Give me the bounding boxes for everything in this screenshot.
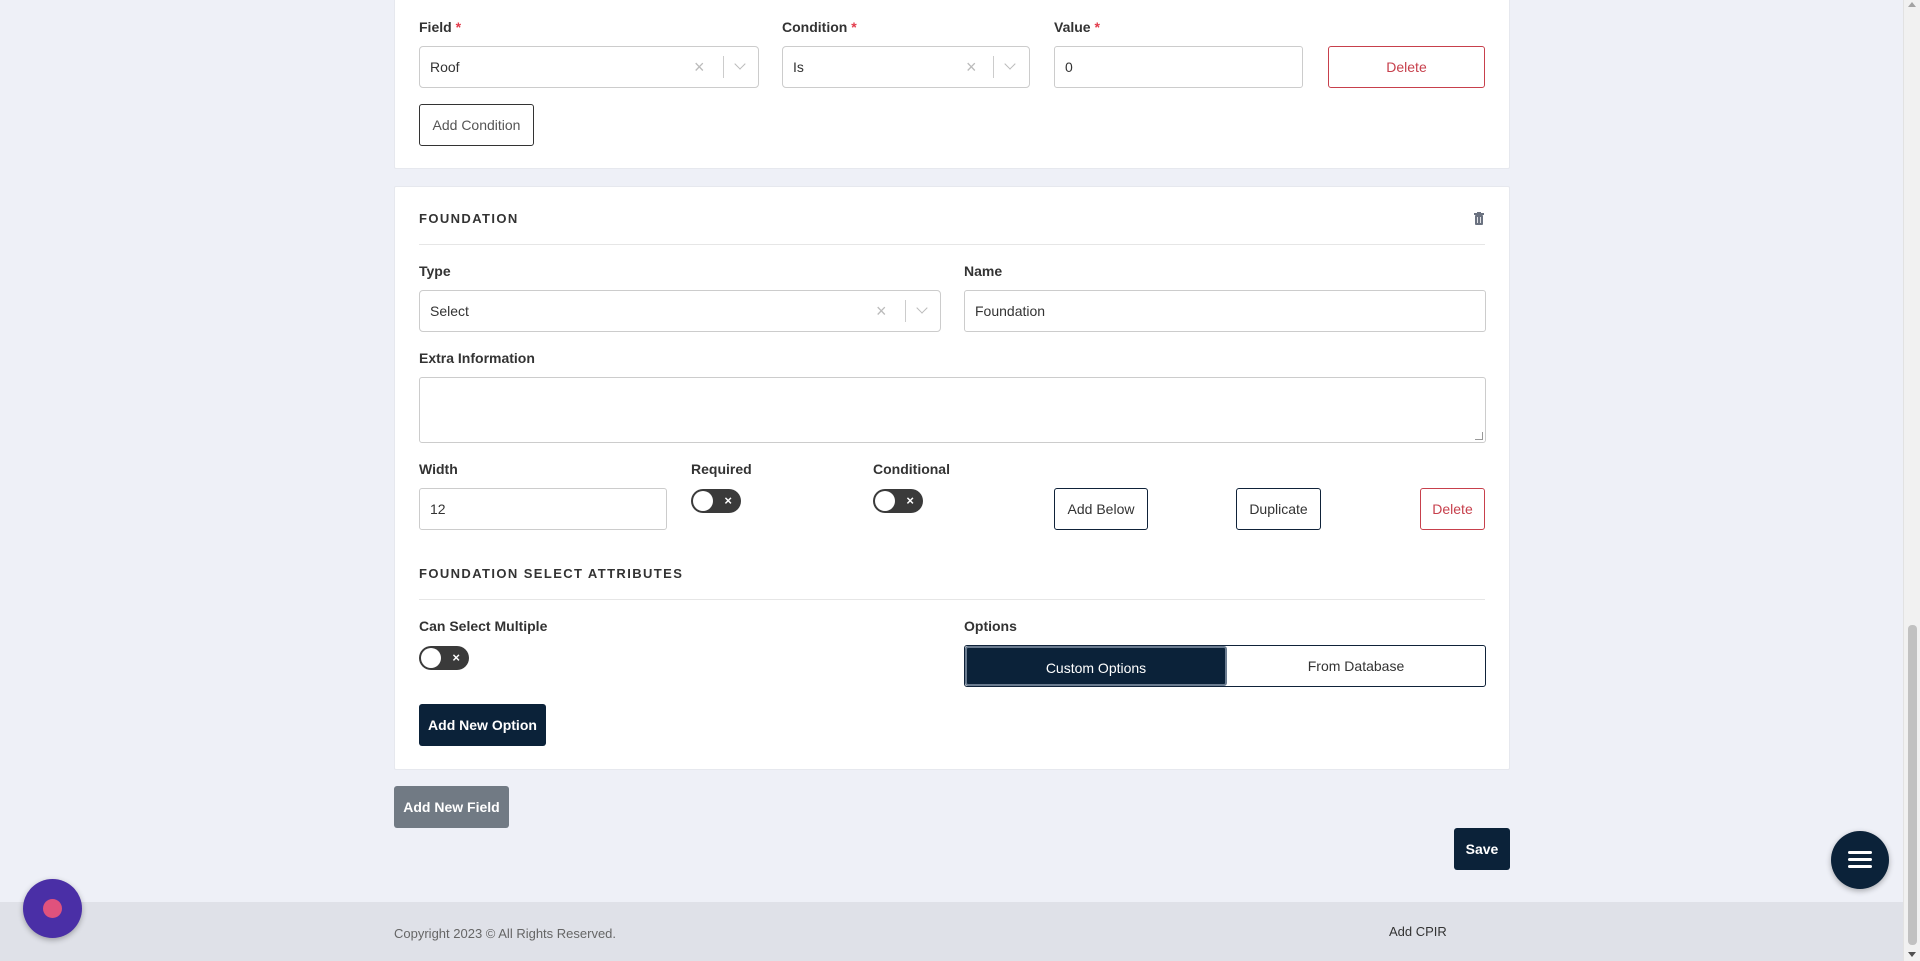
- extra-info-textarea[interactable]: [419, 377, 1486, 443]
- extra-info-label: Extra Information: [419, 350, 535, 366]
- duplicate-button[interactable]: Duplicate: [1236, 488, 1321, 530]
- type-select[interactable]: Select ×: [419, 290, 941, 332]
- close-icon: ×: [724, 493, 732, 508]
- clear-icon[interactable]: ×: [876, 301, 887, 321]
- condition-card: Field * Roof × Condition * Is × Value * …: [394, 0, 1510, 169]
- width-input[interactable]: 12: [419, 488, 667, 530]
- page-scrollbar[interactable]: [1903, 0, 1920, 961]
- value-label: Value *: [1054, 19, 1100, 35]
- add-new-field-button[interactable]: Add New Field: [394, 786, 509, 828]
- options-source-toggle: Custom Options From Database: [964, 645, 1486, 687]
- field-select[interactable]: Roof ×: [419, 46, 759, 88]
- type-label: Type: [419, 263, 451, 279]
- name-label: Name: [964, 263, 1003, 279]
- foundation-field-card: FOUNDATION Type Select × Name Foundation…: [394, 186, 1510, 770]
- can-select-multiple-label: Can Select Multiple: [419, 618, 548, 634]
- add-below-button[interactable]: Add Below: [1054, 488, 1148, 530]
- resize-handle[interactable]: [1475, 432, 1483, 440]
- field-select-value: Roof: [430, 59, 460, 75]
- toggle-knob: [421, 648, 441, 668]
- section-divider: [419, 244, 1485, 245]
- add-new-option-button[interactable]: Add New Option: [419, 704, 546, 746]
- scroll-down-icon[interactable]: [1908, 952, 1916, 957]
- clear-icon[interactable]: ×: [694, 57, 705, 77]
- toggle-knob: [693, 491, 713, 511]
- chevron-down-icon[interactable]: [734, 58, 746, 70]
- chevron-down-icon[interactable]: [916, 302, 928, 314]
- toggle-knob: [875, 491, 895, 511]
- select-separator: [993, 56, 994, 78]
- required-toggle[interactable]: ×: [691, 489, 741, 513]
- type-select-value: Select: [430, 303, 469, 319]
- add-cpir-link[interactable]: Add CPIR: [1389, 924, 1447, 939]
- select-separator: [905, 300, 906, 322]
- from-database-button[interactable]: From Database: [1227, 646, 1485, 686]
- footer: Copyright 2023 © All Rights Reserved. Ad…: [0, 902, 1903, 961]
- chat-widget-button[interactable]: [23, 879, 82, 938]
- attributes-divider: [419, 599, 1485, 600]
- condition-select[interactable]: Is ×: [782, 46, 1030, 88]
- attributes-title: FOUNDATION SELECT ATTRIBUTES: [419, 566, 684, 581]
- hamburger-icon: [1848, 858, 1872, 861]
- trash-icon[interactable]: [1473, 212, 1485, 226]
- menu-fab-button[interactable]: [1831, 831, 1889, 889]
- hamburger-icon: [1848, 865, 1872, 868]
- required-label: Required: [691, 461, 752, 477]
- name-input[interactable]: Foundation: [964, 290, 1486, 332]
- chevron-down-icon[interactable]: [1004, 58, 1016, 70]
- scroll-up-icon[interactable]: [1908, 2, 1916, 7]
- add-condition-button[interactable]: Add Condition: [419, 104, 534, 146]
- conditional-label: Conditional: [873, 461, 950, 477]
- close-icon: ×: [906, 493, 914, 508]
- conditional-toggle[interactable]: ×: [873, 489, 923, 513]
- scrollbar-thumb[interactable]: [1908, 625, 1917, 945]
- hamburger-icon: [1848, 851, 1872, 854]
- value-input[interactable]: 0: [1054, 46, 1303, 88]
- save-button[interactable]: Save: [1454, 828, 1510, 870]
- delete-field-button[interactable]: Delete: [1420, 488, 1485, 530]
- select-separator: [723, 56, 724, 78]
- clear-icon[interactable]: ×: [966, 57, 977, 77]
- can-select-multiple-toggle[interactable]: ×: [419, 646, 469, 670]
- delete-condition-button[interactable]: Delete: [1328, 46, 1485, 88]
- width-label: Width: [419, 461, 458, 477]
- field-label: Field *: [419, 19, 462, 35]
- condition-select-value: Is: [793, 59, 804, 75]
- section-title: FOUNDATION: [419, 211, 519, 226]
- copyright-text: Copyright 2023 © All Rights Reserved.: [394, 926, 617, 941]
- condition-label: Condition *: [782, 19, 857, 35]
- options-label: Options: [964, 618, 1017, 634]
- chat-icon: [43, 899, 62, 918]
- custom-options-button[interactable]: Custom Options: [965, 646, 1227, 686]
- close-icon: ×: [452, 650, 460, 665]
